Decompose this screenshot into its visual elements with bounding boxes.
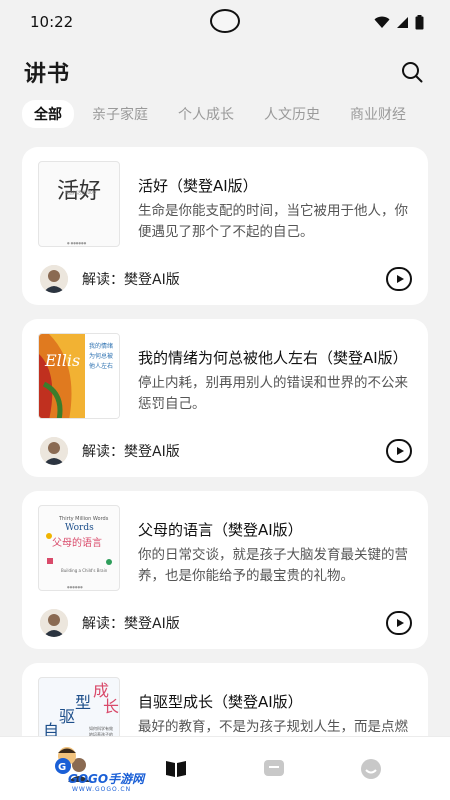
avatar (40, 609, 68, 637)
book-title: 父母的语言（樊登AI版） (138, 521, 303, 539)
search-button[interactable] (398, 58, 426, 86)
nav-profile[interactable] (341, 749, 401, 789)
page-title: 讲书 (24, 62, 71, 87)
nav-messages[interactable] (244, 749, 304, 789)
camera-cutout (210, 9, 240, 33)
tab-growth[interactable]: 个人成长 (166, 100, 246, 128)
book-card[interactable]: Ellis 我的情绪 为何总被 他人左右 我的情绪为何总被他人左右（樊登AI版）… (22, 319, 428, 477)
book-cover: Thirty Million Words Words 父母的语言 Buildin… (38, 505, 120, 591)
status-icons (374, 14, 424, 30)
book-cover: 活好 我这样活到100岁 ● ●●●●●● (38, 161, 120, 247)
play-button[interactable] (386, 439, 412, 463)
book-list: 活好 我这样活到100岁 ● ●●●●●● 活好（樊登AI版） 生命是你能支配的… (22, 147, 428, 800)
svg-text:● ●●●●●●: ● ●●●●●● (67, 241, 87, 245)
svg-text:他人左右: 他人左右 (89, 362, 113, 370)
book-cover: Ellis 我的情绪 为何总被 他人左右 (38, 333, 120, 419)
svg-text:父母的语言: 父母的语言 (52, 536, 102, 549)
watermark-brand: GOGO手游网 (68, 772, 145, 786)
search-icon (402, 62, 423, 83)
message-icon (263, 759, 284, 776)
book-icon (166, 760, 187, 777)
wifi-icon (374, 16, 390, 28)
tab-business[interactable]: 商业财经 (338, 100, 418, 128)
svg-text:Building a Child's Brain: Building a Child's Brain (61, 568, 108, 573)
signal-icon (397, 16, 408, 28)
play-button[interactable] (386, 611, 412, 635)
book-card[interactable]: Thirty Million Words Words 父母的语言 Buildin… (22, 491, 428, 649)
smiley-icon (361, 758, 382, 779)
interpreter-label: 解读：樊登AI版 (82, 272, 180, 288)
avatar (40, 437, 68, 465)
book-card[interactable]: 活好 我这样活到100岁 ● ●●●●●● 活好（樊登AI版） 生命是你能支配的… (22, 147, 428, 305)
play-button[interactable] (386, 267, 412, 291)
book-description: 停止内耗，别再用别人的错误和世界的不公来惩罚自己。 (138, 375, 408, 412)
tab-family[interactable]: 亲子家庭 (80, 100, 160, 128)
book-description: 你的日常交谈，就是孩子大脑发育最关键的营养，也是你能给予的最宝贵的礼物。 (138, 547, 408, 584)
svg-text:为何总被: 为何总被 (89, 352, 113, 360)
page-header: 讲书 (0, 52, 450, 92)
nav-book[interactable] (146, 749, 206, 789)
svg-text:长: 长 (103, 697, 119, 716)
category-tabs: 全部 亲子家庭 个人成长 人文历史 商业财经 (22, 100, 424, 128)
svg-text:我这样活到100岁: 我这样活到100岁 (65, 189, 97, 195)
avatar (40, 265, 68, 293)
interpreter-label: 解读：樊登AI版 (82, 616, 180, 632)
book-title: 活好（樊登AI版） (138, 177, 258, 195)
interpreter-label: 解读：樊登AI版 (82, 444, 180, 460)
svg-text:驱: 驱 (59, 707, 75, 726)
book-title: 我的情绪为何总被他人左右（樊登AI版） (138, 349, 408, 367)
svg-text:●●●●●●: ●●●●●● (67, 585, 83, 589)
svg-text:Ellis: Ellis (44, 351, 80, 370)
book-title: 自驱型成长（樊登AI版） (138, 693, 303, 711)
svg-text:G: G (58, 762, 66, 773)
svg-text:型: 型 (75, 693, 91, 712)
svg-text:我的情绪: 我的情绪 (89, 342, 113, 350)
svg-text:如何科学有效: 如何科学有效 (89, 725, 113, 731)
watermark-url: WWW.GOGO.CN (72, 786, 132, 793)
tab-history[interactable]: 人文历史 (252, 100, 332, 128)
battery-icon (415, 14, 424, 29)
tab-all[interactable]: 全部 (22, 100, 74, 128)
book-description: 生命是你能支配的时间，当它被用于他人，你便遇见了那个了不起的自己。 (138, 203, 408, 240)
svg-text:Words: Words (65, 523, 94, 533)
watermark-logo: G GOGO手游网 WWW.GOGO.CN (48, 744, 148, 796)
status-time: 10:22 (30, 13, 74, 31)
svg-text:Thirty Million Words: Thirty Million Words (58, 516, 109, 522)
